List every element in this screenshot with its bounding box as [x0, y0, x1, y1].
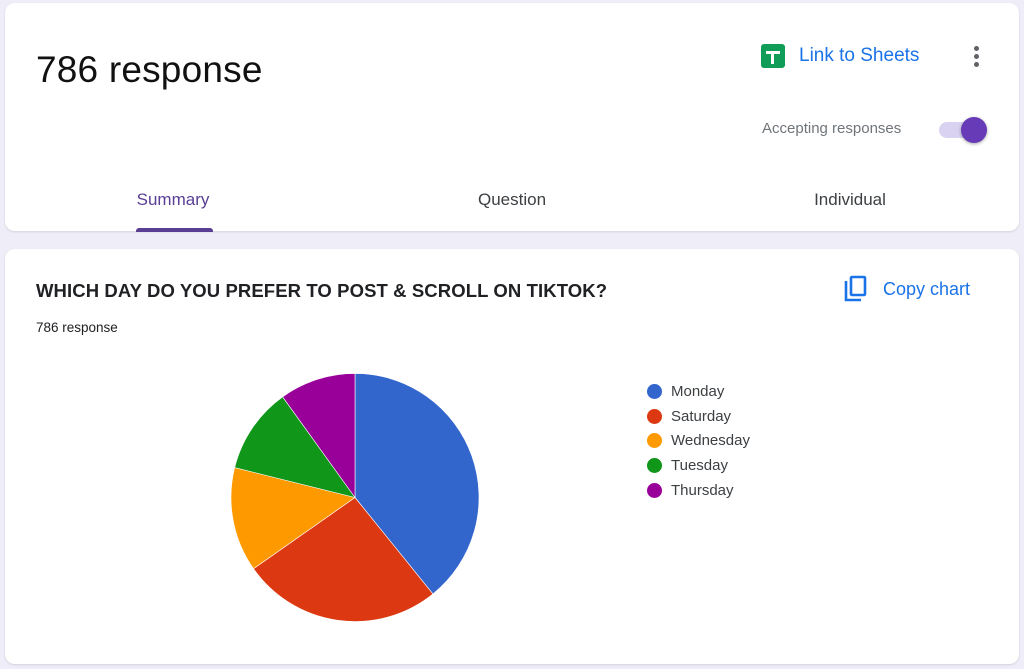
- pie-chart: [230, 373, 480, 622]
- question-response-count: 786 response: [36, 320, 118, 335]
- copy-chart-label: Copy chart: [883, 278, 971, 299]
- active-tab-indicator: [136, 228, 213, 232]
- legend-label: Wednesday: [671, 432, 750, 450]
- question-title: WHICH DAY DO YOU PREFER TO POST & SCROLL…: [36, 280, 608, 301]
- toggle-thumb: [961, 117, 987, 143]
- legend-label: Thursday: [671, 482, 734, 500]
- question-summary-card: WHICH DAY DO YOU PREFER TO POST & SCROLL…: [5, 249, 1019, 664]
- more-vert-icon[interactable]: [967, 43, 985, 69]
- summary-header-card: 786 response Link to Sheets Accepting re…: [5, 3, 1019, 232]
- legend-item-tuesday[interactable]: Tuesday: [647, 453, 750, 478]
- legend-label: Monday: [671, 382, 725, 400]
- legend-swatch: [647, 383, 662, 399]
- legend-swatch: [647, 458, 662, 474]
- legend-item-saturday[interactable]: Saturday: [647, 404, 750, 429]
- legend-item-thursday[interactable]: Thursday: [647, 478, 750, 503]
- legend-label: Saturday: [671, 407, 732, 425]
- copy-icon: [844, 275, 867, 302]
- legend-swatch: [647, 483, 662, 499]
- legend-item-monday[interactable]: Monday: [647, 379, 750, 404]
- accepting-responses-label: Accepting responses: [762, 120, 902, 137]
- tab-question[interactable]: Question: [478, 190, 546, 210]
- link-to-sheets-button[interactable]: Link to Sheets: [761, 43, 919, 69]
- accepting-responses-toggle[interactable]: [939, 117, 989, 143]
- response-count-title: 786 response: [36, 49, 263, 90]
- response-tabs: Summary Question Individual: [5, 178, 1019, 232]
- legend-swatch: [647, 408, 662, 424]
- link-to-sheets-label: Link to Sheets: [799, 45, 920, 66]
- tab-summary[interactable]: Summary: [137, 190, 210, 210]
- tab-individual[interactable]: Individual: [814, 190, 886, 210]
- legend-label: Tuesday: [671, 457, 728, 475]
- legend-swatch: [647, 433, 662, 449]
- google-sheets-icon: [761, 44, 785, 68]
- legend-item-wednesday[interactable]: Wednesday: [647, 429, 750, 454]
- chart-legend: Monday Saturday Wednesday Tuesday Thursday: [647, 379, 750, 503]
- copy-chart-button[interactable]: Copy chart: [843, 275, 970, 303]
